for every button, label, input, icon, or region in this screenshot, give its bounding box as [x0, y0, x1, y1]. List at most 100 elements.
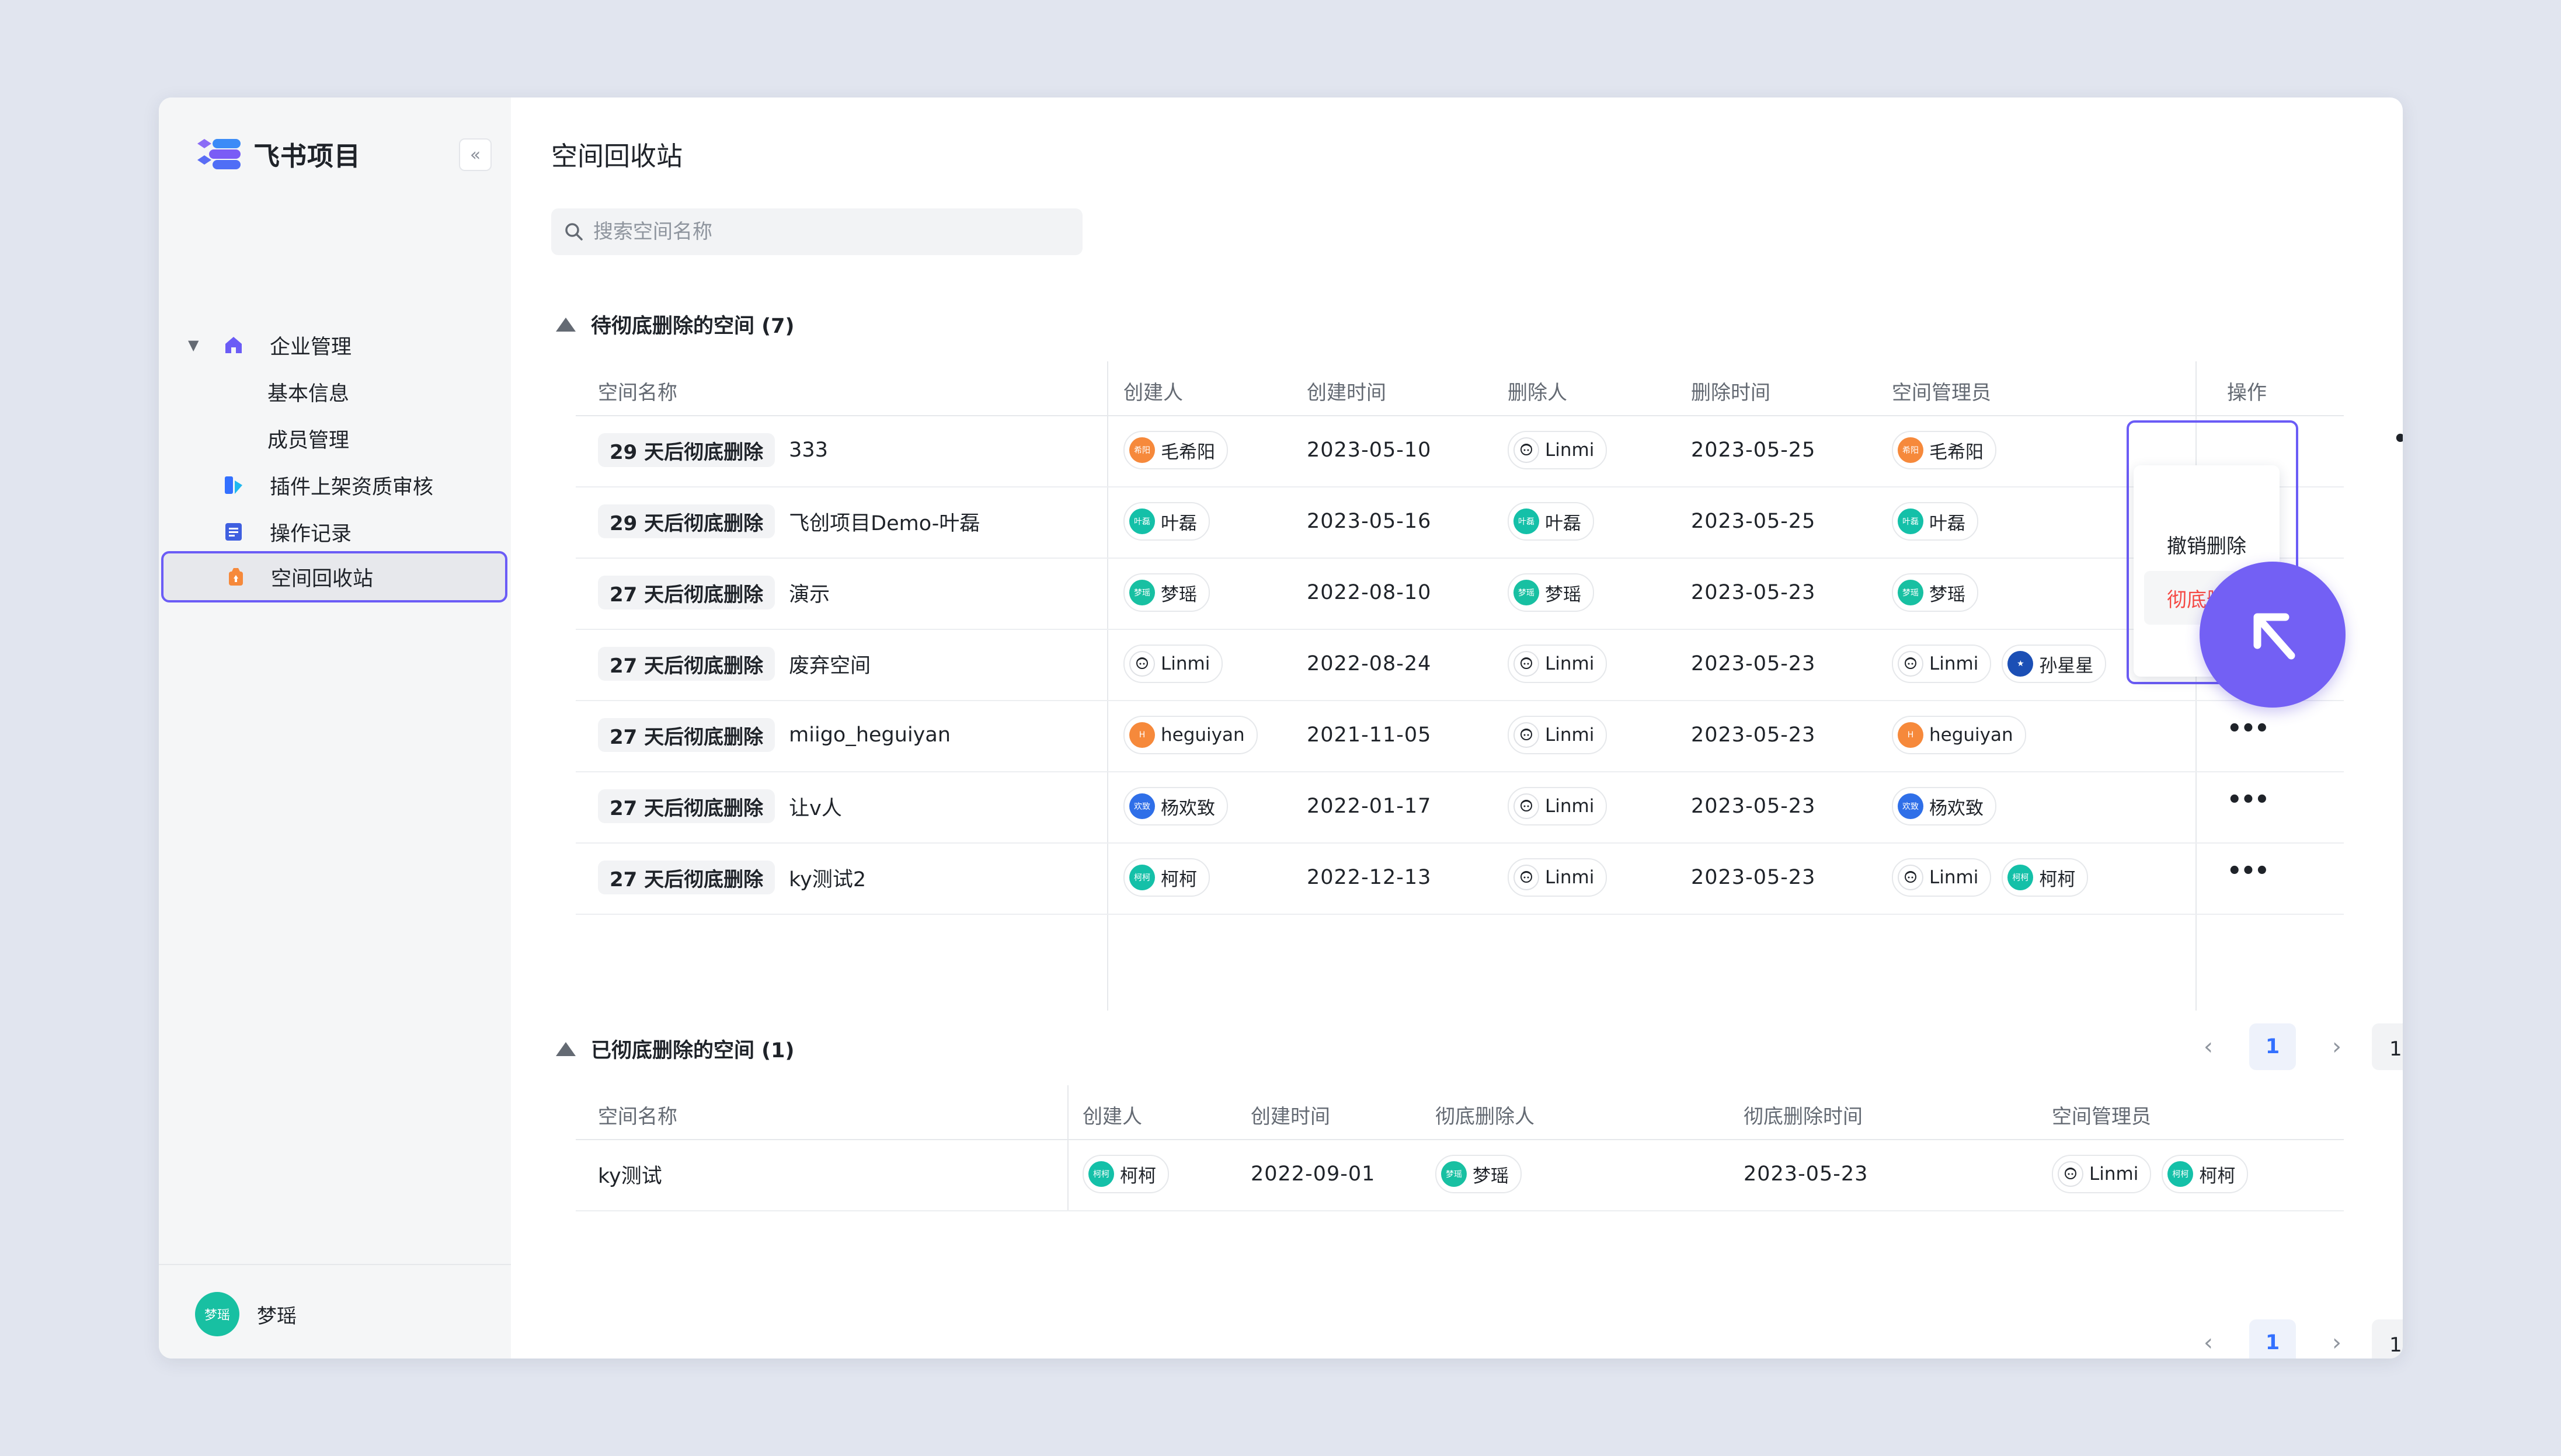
table-row[interactable]: 27 天后彻底删除 miigo_heguiyan Hheguiyan 2021-11-…	[576, 700, 2344, 772]
days-left-badge: 27 天后彻底删除	[598, 861, 775, 894]
deleted-spaces-table: 空间名称 创建人 创建时间 彻底删除人 彻底删除时间 空间管理员 ky测试 柯柯…	[576, 1085, 2344, 1211]
avatar: H	[1129, 722, 1155, 748]
user-name: 孙星星	[2039, 655, 2094, 677]
table-row[interactable]: 29 天后彻底删除 飞创项目Demo-叶磊 叶磊 叶磊 2023-05-16 叶磊 叶磊 20…	[576, 486, 2344, 559]
user-tag[interactable]: 梦瑶 梦瑶	[1508, 573, 1594, 612]
space-name-cell: 27 天后彻底删除 废弃空间	[598, 629, 871, 699]
user-tag[interactable]: Hheguiyan	[1123, 716, 1258, 754]
creator-cell: Hheguiyan	[1123, 700, 1268, 770]
admins-cell: 梦瑶 梦瑶	[1892, 558, 1989, 628]
sidebar-item-plugin-review[interactable]: 插件上架资质审核	[159, 462, 511, 508]
user-tag[interactable]: 欢致 杨欢致	[1123, 787, 1228, 825]
space-name-cell: 29 天后彻底删除 333	[598, 415, 828, 485]
sidebar-item-recycle-bin[interactable]: 空间回收站	[161, 551, 507, 602]
table-row[interactable]: 27 天后彻底删除 废弃空间 Linmi 2022-08-24 Linmi 2023-05…	[576, 629, 2344, 701]
user-tag[interactable]: 希阳 毛希阳	[1892, 431, 1996, 469]
user-name: Linmi	[1545, 440, 1595, 461]
user-tag[interactable]: 叶磊 叶磊	[1123, 502, 1210, 541]
next-page-icon[interactable]: ›	[2325, 1033, 2348, 1060]
user-tag[interactable]: 希阳 毛希阳	[1123, 431, 1228, 469]
created-time: 2022-01-17	[1307, 795, 1432, 818]
column-header: 彻底删除人	[1435, 1105, 1534, 1128]
user-name: 柯柯	[2199, 1165, 2236, 1187]
page-size-select[interactable]: 10 条/页	[2372, 1023, 2403, 1070]
collapse-sidebar-button[interactable]: «	[459, 138, 492, 171]
user-tag[interactable]: Linmi	[1508, 716, 1607, 754]
user-tag[interactable]: Linmi	[2052, 1155, 2152, 1193]
sidebar-item-label: 操作记录	[270, 522, 352, 546]
user-tag[interactable]: Linmi	[1508, 645, 1607, 683]
user-tag[interactable]: 梦瑶 梦瑶	[1892, 573, 1978, 612]
user-name: Linmi	[1545, 867, 1595, 888]
section-toggle-deleted[interactable]: 已彻底删除的空间 (1)	[556, 1034, 795, 1064]
user-name: 柯柯	[1120, 1165, 1156, 1187]
creator-cell: 柯柯 柯柯	[1083, 1139, 1179, 1209]
user-tag[interactable]: Linmi	[1892, 858, 1992, 897]
sidebar-item-enterprise[interactable]: ▼ 企业管理	[159, 322, 511, 368]
avatar	[1513, 793, 1539, 819]
avatar: 叶磊	[1898, 508, 1923, 534]
avatar	[2058, 1161, 2083, 1187]
avatar: 欢致	[1898, 793, 1923, 819]
user-tag[interactable]: Hheguiyan	[1892, 716, 2026, 754]
prev-page-icon[interactable]: ‹	[2197, 1329, 2220, 1356]
user-tag[interactable]: 叶磊 叶磊	[1892, 502, 1978, 541]
sidebar-item-label: 企业管理	[270, 335, 352, 359]
more-icon[interactable]: •••	[2227, 786, 2270, 813]
user-tag[interactable]: 柯柯 柯柯	[2162, 1155, 2249, 1193]
user-tag[interactable]: 梦瑶 梦瑶	[1123, 573, 1210, 612]
sidebar-item-op-records[interactable]: 操作记录	[159, 508, 511, 555]
user-tag[interactable]: 柯柯 柯柯	[1083, 1155, 1169, 1193]
sidebar: 飞书项目 « ▼ 企业管理 基本信息 成员管理 插件上架资质审核 操作记录 空间…	[159, 97, 511, 1359]
search-box[interactable]	[551, 208, 1083, 255]
user-tag[interactable]: Linmi	[1508, 431, 1607, 469]
next-page-icon[interactable]: ›	[2325, 1329, 2348, 1356]
table-row[interactable]: ky测试 柯柯 柯柯 2022-09-01 梦瑶 梦瑶 2023-05-23 L…	[576, 1139, 2344, 1211]
user-tag[interactable]: Linmi	[1892, 645, 1992, 683]
page-number[interactable]: 1	[2249, 1319, 2296, 1359]
user-tag[interactable]: 欢致 杨欢致	[1892, 787, 1996, 825]
user-tag[interactable]: 柯柯 柯柯	[2002, 858, 2089, 897]
page-number[interactable]: 1	[2249, 1023, 2296, 1070]
table-row[interactable]: 29 天后彻底删除 333 希阳 毛希阳 2023-05-10 Linmi 2023-05-…	[576, 415, 2344, 487]
user-name: 杨欢致	[1161, 797, 1215, 819]
user-tag[interactable]: Linmi	[1508, 787, 1607, 825]
more-icon[interactable]: •••	[2227, 858, 2270, 884]
prev-page-icon[interactable]: ‹	[2197, 1033, 2220, 1060]
user-tag[interactable]: Linmi	[1123, 645, 1223, 683]
created-time: 2022-08-10	[1307, 581, 1432, 604]
created-time: 2023-05-10	[1307, 438, 1432, 462]
sidebar-item-basic-info[interactable]: 基本信息	[159, 368, 511, 415]
space-name: 飞创项目Demo-叶磊	[789, 511, 980, 535]
sidebar-item-label: 基本信息	[267, 382, 350, 406]
space-name: miigo_heguiyan	[789, 723, 951, 747]
table-row[interactable]: 27 天后彻底删除 演示 梦瑶 梦瑶 2022-08-10 梦瑶 梦瑶 2023-05-23 梦…	[576, 558, 2344, 630]
sidebar-item-label: 空间回收站	[271, 567, 374, 591]
more-icon[interactable]: •••	[2227, 715, 2270, 742]
column-header: 彻底删除时间	[1744, 1105, 1863, 1128]
sidebar-item-members[interactable]: 成员管理	[159, 415, 511, 462]
page-size-select[interactable]: 10 条/页	[2372, 1319, 2403, 1359]
user-tag[interactable]: 叶磊 叶磊	[1508, 502, 1594, 541]
space-name: 演示	[789, 583, 830, 607]
deleter-cell: 叶磊 叶磊	[1508, 486, 1605, 556]
user-tag[interactable]: 柯柯 柯柯	[1123, 858, 1210, 897]
user-tag[interactable]: ★ 孙星星	[2002, 645, 2107, 683]
user-name: 毛希阳	[1161, 441, 1215, 463]
page-size-value: 10 条/页	[2389, 1333, 2403, 1357]
plugin-icon	[225, 476, 242, 494]
table-row[interactable]: 27 天后彻底删除 ky测试2 柯柯 柯柯 2022-12-13 Linmi 2023-05…	[576, 842, 2344, 915]
user-tag[interactable]: Linmi	[1508, 858, 1607, 897]
admins-cell: Hheguiyan	[1892, 700, 2037, 770]
search-input[interactable]	[592, 220, 1062, 244]
user-tag[interactable]: 梦瑶 梦瑶	[1435, 1155, 1522, 1193]
avatar: 柯柯	[1088, 1161, 1114, 1187]
table-row[interactable]: 27 天后彻底删除 让v人 欢致 杨欢致 2022-01-17 Linmi 2023-05-…	[576, 771, 2344, 844]
current-user[interactable]: 梦瑶 梦瑶	[195, 1292, 297, 1336]
avatar: 梦瑶	[195, 1292, 239, 1336]
section-toggle-pending[interactable]: 待彻底删除的空间 (7)	[556, 309, 795, 339]
avatar	[1513, 651, 1539, 677]
days-left-badge: 29 天后彻底删除	[598, 504, 775, 538]
menu-item-undo-delete[interactable]: 撤销删除	[2144, 517, 2269, 571]
more-icon[interactable]: •••	[2393, 426, 2403, 452]
